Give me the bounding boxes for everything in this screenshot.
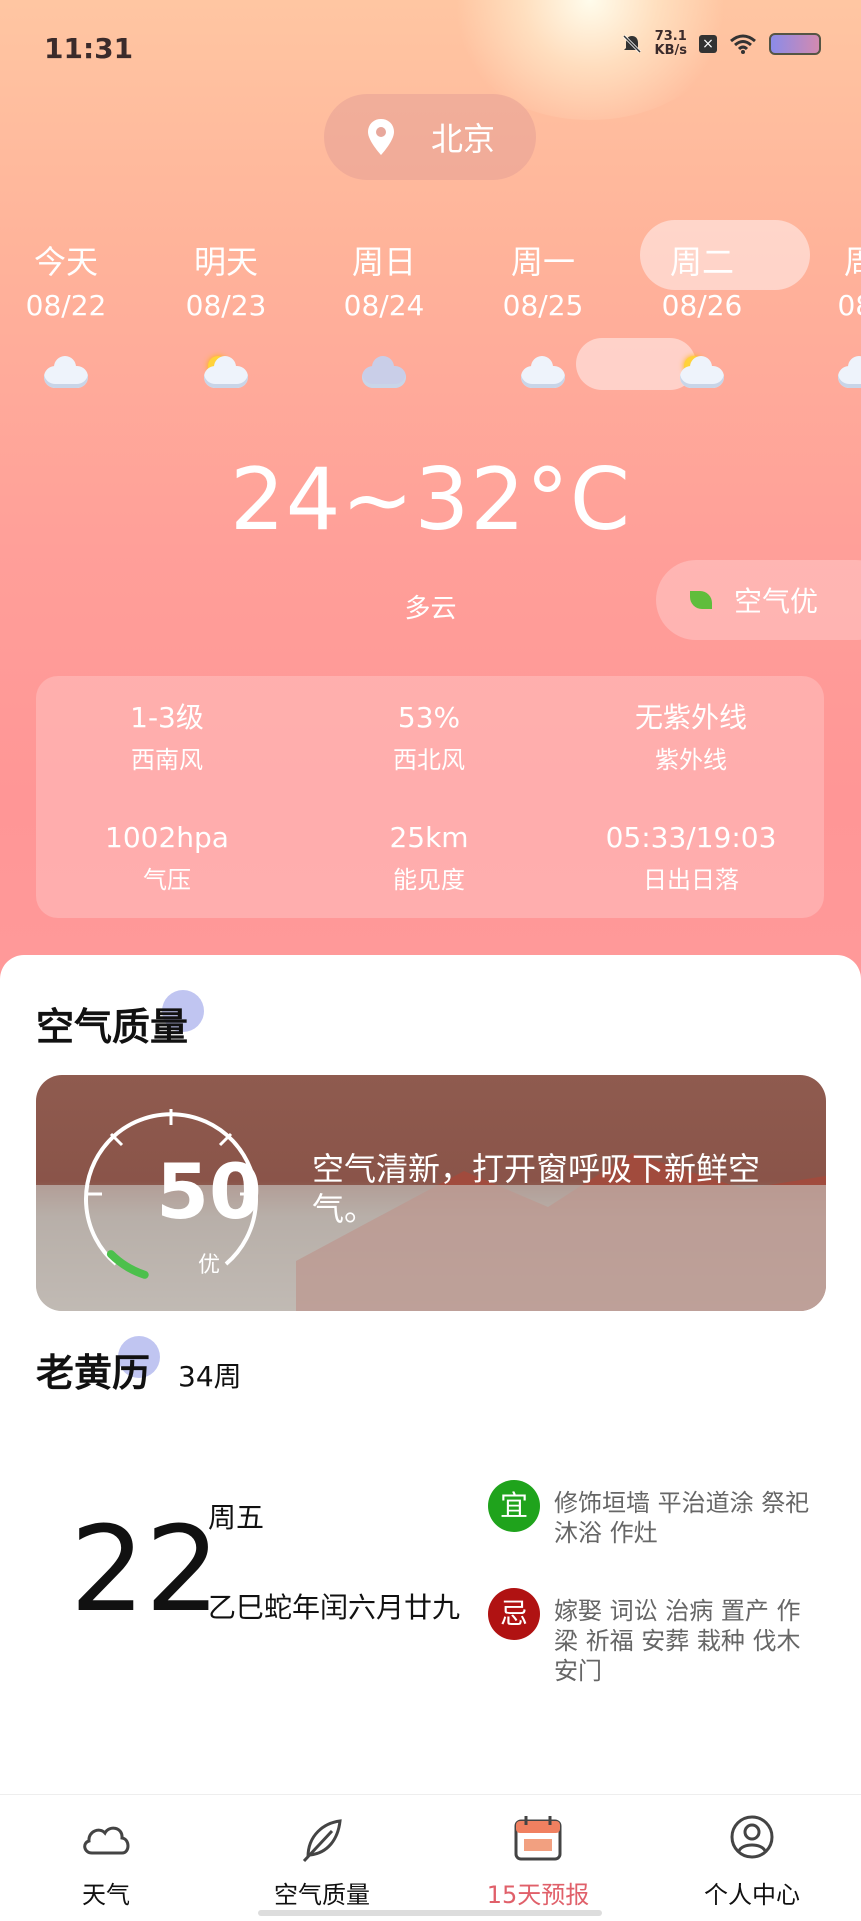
forecast-date: 08/26 bbox=[661, 289, 743, 322]
net-speed: 73.1 KB/s bbox=[655, 30, 687, 58]
detail-wind-level: 1-3级 西南风 bbox=[36, 698, 298, 778]
forecast-day-name: 周一 bbox=[510, 243, 575, 281]
leaf-icon bbox=[302, 1819, 342, 1863]
mute-bell-icon bbox=[622, 34, 641, 54]
detail-pressure: 1002hpa 气压 bbox=[36, 818, 298, 898]
status-bar: 11:31 73.1 KB/s × bbox=[0, 0, 861, 100]
forecast-day[interactable]: 周 08/ bbox=[790, 240, 861, 392]
forecast-strip[interactable]: 今天 08/22 明天 08/23 周日 08/24 周一 08/25 周二 0… bbox=[0, 240, 861, 410]
calendar-icon bbox=[514, 1816, 562, 1861]
detail-label: 能见度 bbox=[393, 866, 465, 894]
location-pin-icon bbox=[367, 119, 394, 155]
tab-label: 个人中心 bbox=[704, 1881, 800, 1909]
almanac-title: 老黄历 bbox=[36, 1351, 151, 1395]
almanac-day: 22 bbox=[70, 1500, 221, 1638]
partly-cloudy-icon bbox=[674, 352, 730, 392]
almanac-weekday: 周五 bbox=[208, 1501, 265, 1534]
tab-label: 天气 bbox=[82, 1881, 130, 1909]
net-speed-unit: KB/s bbox=[654, 43, 687, 58]
forecast-date: 08/23 bbox=[185, 289, 267, 322]
forecast-day[interactable]: 周一 08/25 bbox=[473, 240, 613, 392]
leaf-icon bbox=[690, 591, 712, 609]
yi-badge: 宜 bbox=[488, 1480, 540, 1532]
tab-label: 空气质量 bbox=[274, 1881, 370, 1909]
aqi-grade: 优 bbox=[197, 1253, 220, 1278]
detail-label: 日出日落 bbox=[643, 866, 739, 894]
forecast-day[interactable]: 明天 08/23 bbox=[156, 240, 296, 392]
detail-label: 西北风 bbox=[393, 746, 465, 774]
detail-label: 气压 bbox=[143, 866, 191, 894]
almanac-lunar-date: 乙巳蛇年闰六月廿九 bbox=[208, 1591, 461, 1624]
partly-cloudy-icon bbox=[198, 352, 254, 392]
detail-value: 无紫外线 bbox=[634, 701, 747, 734]
forecast-date: 08/25 bbox=[502, 289, 584, 322]
detail-value: 05:33/19:03 bbox=[605, 821, 777, 854]
detail-visibility: 25km 能见度 bbox=[298, 818, 560, 898]
city-name: 北京 bbox=[430, 120, 495, 158]
detail-value: 53% bbox=[397, 701, 461, 734]
aqi-value: 50 bbox=[156, 1147, 262, 1236]
ji-list: 嫁娶 词讼 治病 置产 作梁 祈福 安葬 栽种 伐木 安门 bbox=[554, 1597, 801, 1685]
forecast-day[interactable]: 周日 08/24 bbox=[314, 240, 454, 392]
yi-list: 修饰垣墙 平治道涂 祭祀 沐浴 作灶 bbox=[554, 1489, 810, 1547]
tab-15-day-forecast[interactable]: 15天预报 bbox=[438, 1813, 638, 1910]
detail-label: 紫外线 bbox=[655, 746, 727, 774]
overcast-icon bbox=[356, 352, 412, 392]
forecast-day-name: 周日 bbox=[351, 243, 416, 281]
cloud-icon bbox=[83, 1826, 130, 1855]
forecast-day-name: 周二 bbox=[669, 243, 734, 281]
net-speed-value: 73.1 bbox=[654, 29, 687, 44]
air-quality-badge[interactable]: 空气优 bbox=[656, 560, 861, 640]
tab-profile[interactable]: 个人中心 bbox=[652, 1813, 852, 1910]
forecast-day[interactable]: 周二 08/26 bbox=[632, 240, 772, 392]
air-quality-message: 空气清新，打开窗呼吸下新鲜空气。 bbox=[312, 1150, 761, 1228]
forecast-date: 08/ bbox=[837, 289, 861, 322]
air-quality-badge-label: 空气优 bbox=[734, 585, 819, 618]
weather-details-card: 1-3级 西南风 53% 西北风 无紫外线 紫外线 1002hpa 气压 25k… bbox=[36, 676, 824, 918]
cloudy-icon bbox=[832, 352, 861, 392]
close-box-icon: × bbox=[699, 35, 717, 53]
forecast-day-name: 今天 bbox=[33, 243, 98, 281]
forecast-day[interactable]: 今天 08/22 bbox=[0, 240, 136, 392]
air-quality-title: 空气质量 bbox=[36, 1005, 189, 1049]
detail-uv: 无紫外线 紫外线 bbox=[560, 698, 822, 778]
detail-value: 1-3级 bbox=[130, 701, 204, 734]
detail-humidity: 53% 西北风 bbox=[298, 698, 560, 778]
bottom-tab-bar: 天气 空气质量 15天预报 个人中心 bbox=[0, 1794, 861, 1921]
detail-label: 西南风 bbox=[131, 746, 203, 774]
status-time: 11:31 bbox=[44, 32, 134, 65]
detail-sunrise-sunset: 05:33/19:03 日出日落 bbox=[560, 818, 822, 898]
forecast-day-name: 明天 bbox=[193, 243, 258, 281]
forecast-date: 08/22 bbox=[25, 289, 107, 322]
tab-weather[interactable]: 天气 bbox=[6, 1813, 206, 1910]
wifi-icon bbox=[730, 34, 756, 54]
forecast-day-name: 周 bbox=[843, 243, 861, 281]
cloudy-icon bbox=[38, 352, 94, 392]
air-quality-card[interactable]: 50 优 空气清新，打开窗呼吸下新鲜空气。 bbox=[36, 1075, 826, 1311]
detail-value: 1002hpa bbox=[105, 821, 229, 854]
battery-icon bbox=[769, 33, 821, 55]
tab-air-quality[interactable]: 空气质量 bbox=[222, 1813, 422, 1910]
forecast-date: 08/24 bbox=[343, 289, 425, 322]
tab-label: 15天预报 bbox=[486, 1881, 590, 1909]
location-selector[interactable]: 北京 bbox=[324, 94, 536, 180]
cloudy-icon bbox=[515, 352, 571, 392]
person-icon bbox=[730, 1815, 774, 1859]
temperature-range: 24~32°C bbox=[230, 450, 631, 550]
detail-value: 25km bbox=[389, 821, 469, 854]
home-indicator[interactable] bbox=[258, 1910, 602, 1916]
ji-badge: 忌 bbox=[488, 1588, 540, 1640]
almanac-week: 34周 bbox=[178, 1360, 242, 1393]
